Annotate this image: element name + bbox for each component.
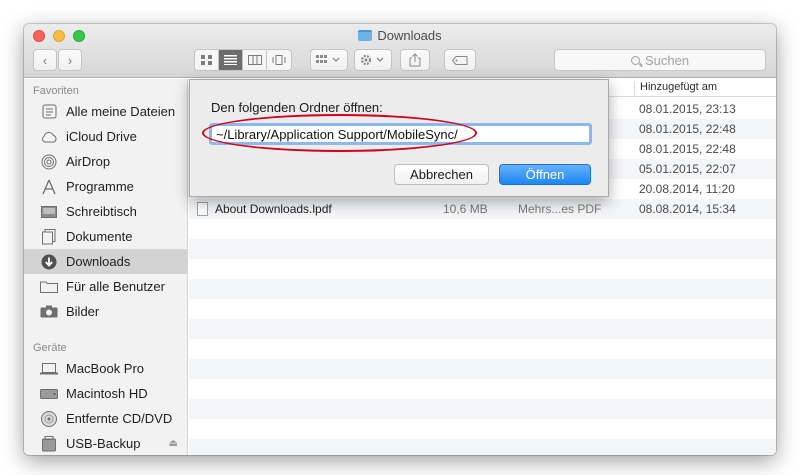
sidebar-item-usb-backup[interactable]: USB-Backup ⏏ [24,431,188,455]
empty-row [189,359,776,379]
view-mode-control[interactable] [194,49,292,71]
sidebar-item-pictures[interactable]: Bilder [24,299,188,324]
harddisk-icon [40,386,58,402]
search-icon [630,55,640,65]
all-files-icon [40,104,58,120]
usb-drive-icon [40,435,58,452]
laptop-icon [40,361,58,377]
tag-icon [452,55,468,65]
empty-row [189,419,776,439]
share-icon [409,53,421,67]
camera-icon [40,304,58,320]
desktop-icon [40,204,58,220]
empty-row [189,259,776,279]
empty-row [189,379,776,399]
row-date-added: 08.01.2015, 22:48 [639,142,736,156]
row-file-size: 10,6 MB [443,202,488,216]
sidebar-item-downloads[interactable]: Downloads [24,249,188,274]
open-button[interactable]: Öffnen [499,164,591,185]
column-view-icon[interactable] [243,50,267,70]
action-gear-button[interactable] [354,49,392,71]
cancel-button[interactable]: Abbrechen [394,164,489,185]
row-date-added: 08.01.2015, 22:48 [639,122,736,136]
sidebar-item-desktop[interactable]: Schreibtisch [24,199,188,224]
dialog-prompt-label: Den folgenden Ordner öffnen: [211,100,383,115]
disc-icon [40,410,58,427]
tags-button[interactable] [444,49,476,71]
documents-icon [40,228,58,245]
sidebar-item-documents[interactable]: Dokumente [24,224,188,249]
eject-icon[interactable]: ⏏ [169,438,178,449]
row-date-added: 08.08.2014, 15:34 [639,202,736,216]
devices-heading: Geräte [33,342,67,354]
coverflow-view-icon[interactable] [267,50,291,70]
search-field[interactable]: Suchen [554,49,766,71]
sidebar-item-macbook-pro[interactable]: MacBook Pro [24,356,188,381]
empty-row [189,299,776,319]
downloads-icon [40,254,58,270]
folder-path-input[interactable] [209,123,592,145]
empty-row [189,399,776,419]
forward-button[interactable]: › [58,49,82,71]
empty-row [189,319,776,339]
share-button[interactable] [400,49,430,71]
icon-view-icon[interactable] [195,50,219,70]
cloud-icon [40,129,58,145]
sidebar-item-macintosh-hd[interactable]: Macintosh HD [24,381,188,406]
folder-icon [40,279,58,295]
window-title: Downloads [24,28,776,44]
search-placeholder: Suchen [644,52,690,68]
sidebar-item-shared-folder[interactable]: Für alle Benutzer [24,274,188,299]
row-date-added: 20.08.2014, 11:20 [639,182,735,196]
downloads-folder-icon [358,30,373,41]
sidebar: Favoriten Alle meine Dateien iCloud Driv… [24,79,188,455]
arrange-button[interactable] [310,49,348,71]
gear-icon [360,54,384,66]
sidebar-item-remote-disc[interactable]: Entfernte CD/DVD [24,406,188,431]
list-view-icon[interactable] [219,50,243,70]
empty-row [189,219,776,239]
sidebar-item-airdrop[interactable]: AirDrop [24,149,188,174]
back-button[interactable]: ‹ [33,49,57,71]
empty-row [189,439,776,455]
go-to-folder-dialog: Den folgenden Ordner öffnen: Abbrechen Ö… [189,79,609,197]
favorites-heading: Favoriten [33,85,79,97]
airdrop-icon [40,154,58,170]
empty-row [189,339,776,359]
sidebar-item-all-files[interactable]: Alle meine Dateien [24,99,188,124]
row-date-added: 05.01.2015, 22:07 [639,162,736,176]
empty-row [189,239,776,259]
sidebar-item-applications[interactable]: Programme [24,174,188,199]
arrange-grid-icon [316,55,340,63]
row-date-added: 08.01.2015, 23:13 [639,102,736,116]
pdf-file-icon [197,202,208,216]
row-file-kind: Mehrs...es PDF [518,202,602,216]
applications-icon [40,179,58,195]
column-header-date-added[interactable]: Hinzugefügt am [634,81,717,97]
table-row[interactable]: About Downloads.lpdf 10,6 MB Mehrs...es … [189,199,776,219]
title-bar: Downloads ‹ › Suchen [24,24,776,78]
sidebar-item-icloud-drive[interactable]: iCloud Drive [24,124,188,149]
empty-row [189,279,776,299]
row-file-name: About Downloads.lpdf [215,202,332,216]
